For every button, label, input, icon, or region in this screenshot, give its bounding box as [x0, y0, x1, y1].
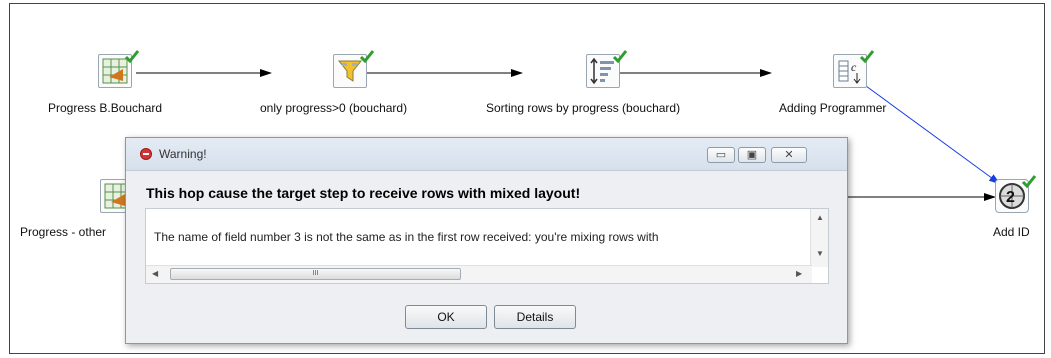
warning-dialog: Warning! ▭ ▣ ✕ This hop cause the target… — [125, 137, 848, 344]
step-sort[interactable] — [586, 50, 628, 94]
step-label: Sorting rows by progress (bouchard) — [486, 101, 681, 115]
dialog-title: Warning! — [159, 147, 207, 161]
scroll-down-icon[interactable]: ▼ — [816, 249, 824, 259]
check-icon — [1021, 175, 1037, 189]
step-label: only progress>0 (bouchard) — [260, 101, 408, 115]
details-text: The name of field number 3 is not the sa… — [154, 230, 659, 244]
dialog-titlebar[interactable]: Warning! ▭ ▣ ✕ — [126, 138, 847, 171]
step-filter[interactable] — [333, 50, 375, 94]
details-button[interactable]: Details — [494, 305, 576, 329]
svg-text:2: 2 — [1006, 189, 1015, 206]
scroll-left-icon[interactable]: ◀ — [152, 269, 158, 279]
check-icon — [124, 50, 140, 64]
step-label: Progress B.Bouchard — [48, 101, 163, 115]
vertical-scrollbar[interactable]: ▲ ▼ — [810, 209, 828, 267]
error-icon — [140, 148, 152, 160]
step-add-programmer[interactable]: c — [833, 50, 875, 94]
check-icon — [359, 50, 375, 64]
warning-message: This hop cause the target step to receiv… — [146, 185, 581, 201]
scroll-thumb[interactable]: III — [170, 268, 461, 280]
horizontal-scrollbar[interactable]: ◀ III ▶ — [146, 265, 812, 283]
minimize-button[interactable]: ▭ — [707, 147, 735, 163]
ok-button[interactable]: OK — [405, 305, 487, 329]
step-label: Progress - other — [20, 225, 107, 239]
step-label: Add ID — [993, 225, 1030, 239]
scroll-right-icon[interactable]: ▶ — [796, 269, 802, 279]
step-add-id[interactable]: 2 — [995, 175, 1037, 219]
svg-text:c: c — [851, 60, 857, 74]
step-label: Adding Programmer — [779, 101, 887, 115]
details-textarea[interactable]: The name of field number 3 is not the sa… — [145, 208, 829, 284]
maximize-button[interactable]: ▣ — [738, 147, 766, 163]
step-progress-bouchard[interactable] — [98, 50, 140, 94]
scroll-up-icon[interactable]: ▲ — [816, 213, 824, 223]
check-icon — [612, 50, 628, 64]
check-icon — [859, 50, 875, 64]
close-button[interactable]: ✕ — [771, 147, 807, 163]
